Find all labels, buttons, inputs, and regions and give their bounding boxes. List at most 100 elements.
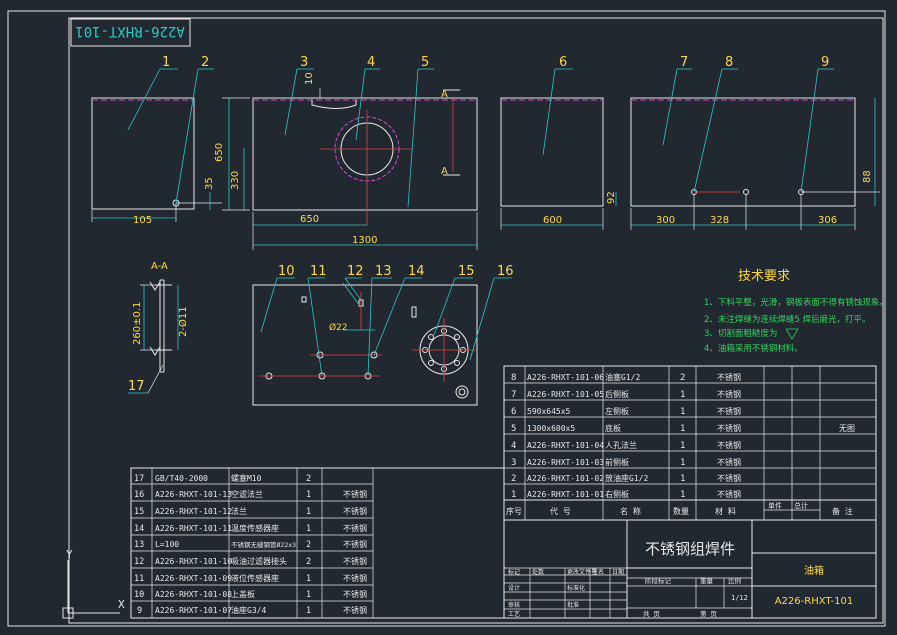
weight-label: 重量 bbox=[700, 577, 714, 585]
bom-header-code: 代 号 bbox=[550, 506, 571, 516]
bom-right-no: 5 bbox=[511, 424, 516, 434]
balloon-4: 4 bbox=[367, 55, 375, 70]
balloon-3: 3 bbox=[300, 55, 308, 70]
bom-right-row: 6 590x645x5 左侧板 1 不锈钢 bbox=[511, 406, 741, 417]
balloon-9: 9 bbox=[821, 55, 829, 70]
bom-left-no: 11 bbox=[134, 574, 144, 584]
bom-left-row: 14 A226-RHXT-101-11 温度传感器座 1 不锈钢 bbox=[134, 523, 367, 534]
bom-right-name: 后侧板 bbox=[605, 389, 629, 399]
bom-left-qty: 1 bbox=[306, 507, 311, 517]
bom-right-mat: 不锈钢 bbox=[717, 372, 741, 382]
balloon-16: 16 bbox=[497, 264, 514, 279]
balloon-7: 7 bbox=[680, 55, 688, 70]
bom-right-no: 1 bbox=[511, 490, 516, 500]
bom-left-row: 13 L=100 不锈钢无缝钢管Ø22x3 2 不锈钢 bbox=[134, 539, 367, 550]
view-left-plate bbox=[500, 97, 604, 230]
sheet-number: 第 页 bbox=[700, 609, 717, 618]
tb-col-label-4: 日期 bbox=[612, 568, 624, 576]
dim-330: 330 bbox=[230, 171, 241, 190]
bom-right-no: 6 bbox=[511, 407, 516, 417]
drawing-number: A226-RHXT-101 bbox=[775, 596, 854, 607]
bom-left-code: L=100 bbox=[155, 540, 179, 549]
bom-header-total-weight: 总计 bbox=[794, 501, 808, 510]
bom-right-row: 8 A226-RHXT-101-06 油塞G1/2 2 不锈钢 bbox=[511, 372, 741, 383]
bom-left-row: 16 A226-RHXT-101-13 空滤法兰 1 不锈钢 bbox=[134, 489, 367, 500]
bom-left-name: 法兰 bbox=[231, 506, 247, 516]
bom-left-qty: 1 bbox=[306, 574, 311, 584]
tb-col-label-1: 处数 bbox=[532, 568, 544, 576]
scale-value: 1/12 bbox=[731, 594, 748, 602]
bom-left-name: 空滤法兰 bbox=[231, 489, 263, 499]
bom-header-qty: 数量 bbox=[673, 506, 689, 516]
bom-left-row: 17 GB/T40-2000 螺塞M10 2 bbox=[134, 473, 311, 484]
bom-right-row: 4 A226-RHXT-101-04 人孔法兰 1 不锈钢 bbox=[511, 440, 741, 451]
bom-left-no: 12 bbox=[134, 557, 144, 567]
dim-10: 10 bbox=[304, 72, 315, 85]
balloon-13: 13 bbox=[375, 264, 392, 279]
bom-left-no: 16 bbox=[134, 490, 144, 500]
dim-650-horiz: 650 bbox=[300, 214, 319, 225]
bom-right-no: 7 bbox=[511, 390, 516, 400]
balloon-14: 14 bbox=[408, 264, 425, 279]
bom-right-code: A226-RHXT-101-03 bbox=[527, 458, 604, 467]
bom-header-mat: 材 料 bbox=[715, 506, 736, 516]
bom-right-row: 5 1300x600x5 底板 1 不锈钢 无图 bbox=[511, 423, 855, 434]
balloon-6: 6 bbox=[559, 55, 567, 70]
bom-right-name: 人孔法兰 bbox=[605, 440, 637, 450]
dim-306: 306 bbox=[818, 215, 837, 226]
bom-left-no: 13 bbox=[134, 540, 144, 550]
bom-left-no: 15 bbox=[134, 507, 144, 517]
bom-right-name: 放油座G1/2 bbox=[605, 473, 648, 483]
balloon-17: 17 bbox=[128, 379, 145, 394]
dim-300: 300 bbox=[656, 215, 675, 226]
bom-left-row: 10 A226-RHXT-101-08 上盖板 1 不锈钢 bbox=[134, 589, 367, 600]
bom-right-row: 7 A226-RHXT-101-05 后侧板 1 不锈钢 bbox=[511, 389, 741, 400]
dim-260: 260±0.1 bbox=[132, 302, 143, 345]
bom-header-note: 备 注 bbox=[832, 506, 853, 516]
stage-label: 阶段标记 bbox=[645, 576, 672, 585]
section-mark-a-bottom: A bbox=[441, 166, 448, 177]
bom-right-code: A226-RHXT-101-05 bbox=[527, 390, 604, 399]
bom-left-qty: 1 bbox=[306, 606, 311, 616]
bom-right-qty: 1 bbox=[680, 424, 685, 434]
bom-left-mat: 不锈钢 bbox=[343, 556, 367, 566]
dim-2phi11: 2-Ø11 bbox=[177, 306, 189, 337]
view-rear-plate bbox=[615, 97, 880, 230]
bom-left-code: A226-RHXT-101-09 bbox=[155, 574, 232, 583]
balloon-8: 8 bbox=[725, 55, 733, 70]
tb-row-label-3: 审核 bbox=[508, 601, 520, 609]
bom-right-code: A226-RHXT-101-02 bbox=[527, 474, 604, 483]
part-name: 不锈钢组焊件 bbox=[645, 540, 735, 558]
balloon-12: 12 bbox=[347, 264, 364, 279]
bom-left-no: 17 bbox=[134, 474, 144, 484]
bom-right-mat: 不锈钢 bbox=[717, 473, 741, 483]
bom-right-qty: 1 bbox=[680, 441, 685, 451]
bom-right-code: A226-RHXT-101-06 bbox=[527, 373, 604, 382]
bom-right-mat: 不锈钢 bbox=[717, 423, 741, 433]
roughness-symbol bbox=[785, 328, 799, 340]
bom-left-row: 15 A226-RHXT-101-12 法兰 1 不锈钢 bbox=[134, 506, 367, 517]
tb-row-label-4: 工艺 bbox=[508, 610, 520, 618]
bom-left-code: A226-RHXT-101-08 bbox=[155, 590, 232, 599]
tech-item-2: 2、未注焊缝为连续焊缝5 焊后磨光，打平。 bbox=[704, 314, 871, 325]
bom-right-mat: 不锈钢 bbox=[717, 489, 741, 499]
bom-left-mat: 不锈钢 bbox=[343, 489, 367, 499]
svg-text:Y: Y bbox=[66, 548, 73, 561]
balloon-15: 15 bbox=[458, 264, 475, 279]
view-right-plate bbox=[91, 97, 222, 222]
tech-title: 技术要求 bbox=[738, 269, 790, 284]
dim-328: 328 bbox=[710, 215, 729, 226]
bom-left-name: 不锈钢无缝钢管Ø22x3 bbox=[231, 540, 296, 549]
bom-right-qty: 1 bbox=[680, 458, 685, 468]
bom-left-name: 油座G3/4 bbox=[231, 605, 266, 615]
cad-drawing: A226-RHXT-101 105 35 10 650 330 650 1300… bbox=[7, 10, 888, 627]
bom-right-qty: 2 bbox=[680, 373, 685, 383]
bom-right-row: 1 A226-RHXT-101-01 右侧板 1 不锈钢 bbox=[511, 489, 741, 500]
bom-right-code: 1300x600x5 bbox=[527, 424, 575, 433]
bom-left-name: 液位传感器座 bbox=[231, 573, 279, 583]
bom-right-name: 前侧板 bbox=[605, 457, 629, 467]
balloon-2: 2 bbox=[201, 55, 209, 70]
bom-right-mat: 不锈钢 bbox=[717, 406, 741, 416]
bom-left-code: A226-RHXT-101-10 bbox=[155, 557, 232, 566]
bom-right-name: 底板 bbox=[605, 423, 621, 433]
